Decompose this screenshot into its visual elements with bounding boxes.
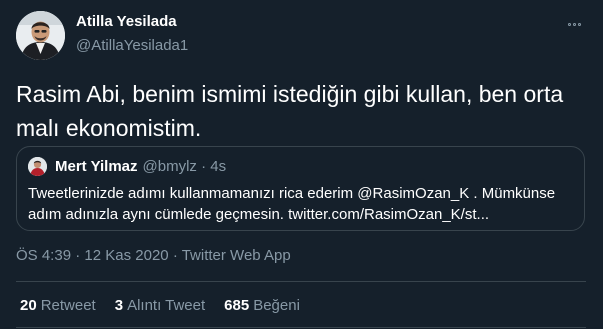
quote-tweets-link[interactable]: 3 Alıntı Tweet [115, 297, 205, 314]
meta-separator: · [172, 247, 178, 264]
quoted-tweet-header: Mert Yilmaz @bmylz · 4s [55, 158, 226, 175]
quoted-tweet[interactable]: Mert Yilmaz @bmylz · 4s Tweetlerinizde ad… [16, 146, 585, 231]
author-avatar[interactable] [16, 11, 65, 60]
quoted-author-name: Mert Yilmaz [55, 158, 138, 175]
quoted-tweet-text: Tweetlerinizde adımı kullanmamanızı rica… [28, 185, 556, 223]
divider [16, 327, 586, 328]
meta-separator: · [75, 247, 81, 264]
retweets-count: 20 [20, 297, 37, 314]
tweet-meta: ÖS 4:39 · 12 Kas 2020 · Twitter Web App [16, 247, 291, 264]
likes-link[interactable]: 685 Beğeni [224, 297, 300, 314]
quoted-author-avatar [28, 157, 47, 176]
quoted-timestamp: 4s [210, 158, 227, 175]
author-handle[interactable]: @AtillaYesilada1 [76, 37, 188, 54]
likes-count: 685 [224, 297, 250, 314]
retweets-label: Retweet [40, 297, 96, 314]
quotes-label: Alıntı Tweet [127, 297, 206, 314]
tweet-text: Rasim Abi, benim ismimi istediğin gibi k… [16, 81, 564, 141]
quoted-author-handle: @bmylz [142, 158, 197, 175]
divider [16, 281, 586, 282]
tweet-time[interactable]: ÖS 4:39 [16, 247, 71, 264]
tweet-date[interactable]: 12 Kas 2020 [84, 247, 168, 264]
quoted-separator: · [201, 158, 207, 175]
tweet-source-link[interactable]: Twitter Web App [182, 247, 291, 264]
tweet-detail: Atilla Yesilada @AtillaYesilada1 Rasim A… [0, 0, 603, 329]
tweet-stats: 20 Retweet 3 Alıntı Tweet 685 Beğeni [20, 297, 319, 314]
more-options-icon[interactable] [562, 16, 586, 32]
likes-label: Beğeni [253, 297, 300, 314]
retweets-link[interactable]: 20 Retweet [20, 297, 96, 314]
author-name[interactable]: Atilla Yesilada [76, 13, 177, 30]
quotes-count: 3 [114, 297, 124, 314]
